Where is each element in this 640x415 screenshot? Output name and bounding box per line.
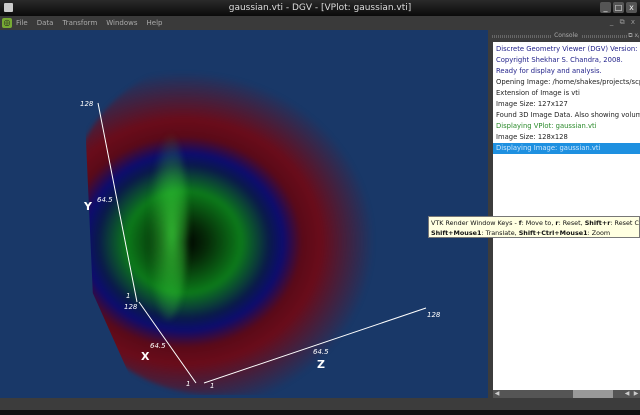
console-line: Ready for display and analysis.	[496, 67, 602, 75]
status-bar	[0, 398, 640, 410]
horizontal-scrollbar[interactable]: ◀ ◀ ▶	[493, 390, 640, 398]
render-window-keys-tooltip: VTK Render Window Keys - f: Move to, r: …	[428, 216, 640, 238]
maximize-button[interactable]: □	[613, 2, 624, 13]
console-title: Console	[551, 32, 581, 39]
tooltip-text: : Move to,	[521, 219, 556, 227]
z-axis-name: Z	[317, 358, 325, 371]
y-tick-max: 128	[80, 100, 94, 108]
scroll-right-icon[interactable]: ◀	[623, 390, 631, 398]
axes	[97, 102, 427, 384]
console-line: Displaying VPlot: gaussian.vti	[496, 122, 597, 130]
z-tick-max: 128	[427, 311, 441, 319]
console-dock-controls[interactable]: ⧉ x	[628, 30, 638, 42]
console-line: Image Size: 127x127	[496, 100, 568, 108]
console-line: Opening Image: /home/shakes/projects/scp…	[496, 78, 640, 86]
console-line: Displaying Image: gaussian.vti	[493, 143, 640, 154]
tooltip-text: VTK Render Window Keys -	[431, 219, 519, 227]
x-tick-min: 1	[186, 380, 191, 388]
console-line: Discrete Geometry Viewer (DGV) Version: …	[496, 45, 640, 53]
app-logo-icon: ◎	[2, 18, 12, 28]
scroll-left-icon[interactable]: ◀	[493, 390, 501, 398]
console-line: Extension of Image is vti	[496, 89, 580, 97]
window-title: gaussian.vti - DGV - [VPlot: gaussian.vt…	[228, 3, 412, 13]
close-button[interactable]: x	[626, 2, 637, 13]
menu-file[interactable]: File	[16, 19, 28, 27]
mdi-controls[interactable]: _ ⧉ x	[610, 18, 637, 27]
tooltip-text: : Reset Cam	[610, 219, 639, 227]
menu-windows[interactable]: Windows	[106, 19, 137, 27]
title-bar: gaussian.vti - DGV - [VPlot: gaussian.vt…	[0, 0, 640, 16]
x-axis-name: X	[141, 350, 150, 363]
window-bottom-border	[0, 410, 640, 415]
minimize-button[interactable]: _	[600, 2, 611, 13]
menu-transform[interactable]: Transform	[62, 19, 97, 27]
menu-data[interactable]: Data	[37, 19, 54, 27]
window-menu-icon[interactable]	[4, 3, 13, 12]
x-tick-mid: 64.5	[150, 342, 166, 350]
tooltip-text: Shift+Ctrl+Mouse1	[518, 229, 588, 237]
y-tick-min: 1	[126, 292, 131, 300]
x-tick-max: 128	[124, 303, 138, 311]
x-axis-line	[138, 301, 197, 384]
render-view[interactable]: 128 64.5 1 Y 128 64.5 1 X 1 64.5 128 Z	[0, 30, 488, 398]
console-line: Found 3D Image Data. Also showing volume…	[496, 111, 640, 119]
menu-bar: ◎ File Data Transform Windows Help _ ⧉ x	[0, 16, 640, 30]
console-panel: Console ⧉ x Discrete Geometry Viewer (DG…	[492, 30, 640, 398]
y-axis-name: Y	[84, 200, 92, 213]
console-header[interactable]: Console ⧉ x	[492, 30, 640, 42]
z-axis-line	[203, 307, 427, 384]
menu-help[interactable]: Help	[147, 19, 163, 27]
z-tick-mid: 64.5	[313, 348, 329, 356]
console-line: Copyright Shekhar S. Chandra, 2008.	[496, 56, 623, 64]
scroll-right-end-icon[interactable]: ▶	[632, 390, 640, 398]
z-tick-min: 1	[210, 382, 215, 390]
y-tick-mid: 64.5	[97, 196, 113, 204]
tooltip-text: : Reset,	[558, 219, 585, 227]
tooltip-text: Shift+Mouse1	[431, 229, 482, 237]
console-line: Image Size: 128x128	[496, 133, 568, 141]
tooltip-text: : Translate,	[481, 229, 519, 237]
tooltip-text: Shift+r	[584, 219, 611, 227]
scrollbar-thumb[interactable]	[573, 390, 613, 398]
tooltip-text: : Zoom	[587, 229, 611, 237]
